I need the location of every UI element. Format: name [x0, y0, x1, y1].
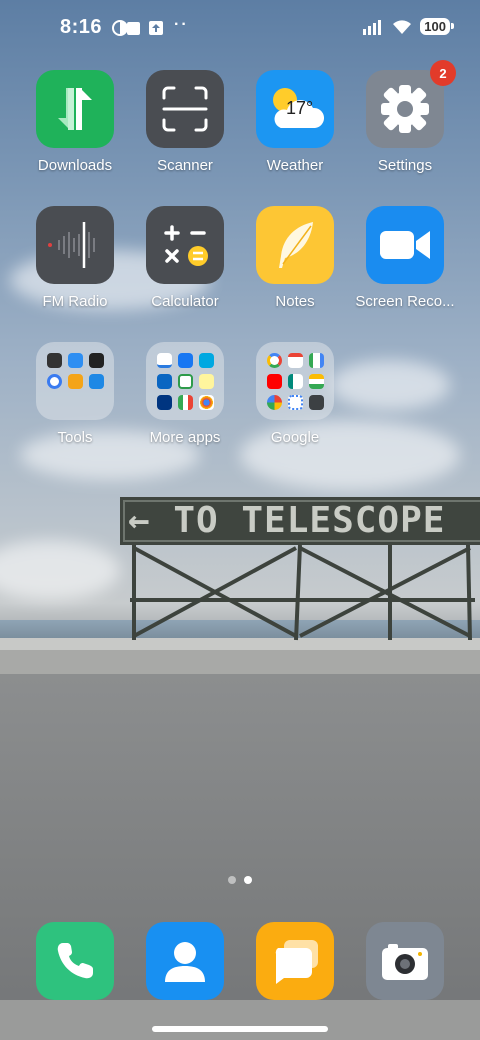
upload-icon	[149, 21, 163, 35]
app-label: Weather	[266, 157, 324, 174]
folder-google[interactable]: Google	[240, 342, 350, 446]
signal-icon	[363, 19, 382, 35]
page-dot-active[interactable]	[244, 876, 252, 884]
app-settings[interactable]: 2 Settings	[350, 60, 460, 174]
gear-icon: 2	[366, 60, 456, 148]
booking-icon	[156, 394, 172, 410]
page-indicator[interactable]	[228, 876, 252, 884]
notification-badge: 2	[430, 60, 456, 86]
notification-square-icon	[127, 22, 140, 35]
mini-app-icon	[67, 373, 83, 389]
app-label: Screen Reco...	[355, 293, 455, 310]
radio-icon	[36, 206, 114, 284]
linkedin-icon	[156, 373, 172, 389]
dock-contacts[interactable]	[130, 922, 240, 1000]
more-notifications-icon: ··	[174, 16, 189, 33]
dock-camera[interactable]	[350, 922, 460, 1000]
app-icon	[198, 373, 214, 389]
dock-messages[interactable]	[240, 922, 350, 1000]
youtube-icon	[266, 373, 282, 389]
sign-text: ← TO TELESCOPE	[128, 500, 446, 541]
app-label: Notes	[275, 293, 315, 310]
mini-app-icon	[88, 373, 104, 389]
app-icon	[177, 373, 193, 389]
drive-icon	[308, 373, 324, 389]
folder-icon	[256, 342, 334, 420]
app-label: Settings	[377, 157, 433, 174]
weather-temperature: 17°	[286, 98, 314, 118]
prime-video-icon	[198, 352, 214, 368]
folder-tools[interactable]: Tools	[20, 342, 130, 446]
folder-icon	[146, 342, 224, 420]
contact-icon	[146, 922, 224, 1000]
page-dot[interactable]	[228, 876, 236, 884]
dock-phone[interactable]	[20, 922, 130, 1000]
folder-label: Google	[270, 429, 320, 446]
status-bar: 8:16 ·· 100	[0, 12, 480, 44]
battery-indicator: 100	[420, 18, 454, 35]
video-camera-icon	[366, 206, 444, 284]
folder-more-apps[interactable]: More apps	[130, 342, 240, 446]
feather-icon	[256, 206, 334, 284]
folder-icon	[36, 342, 114, 420]
meet-icon	[287, 373, 303, 389]
app-weather[interactable]: 17° Weather	[240, 70, 350, 174]
app-label: Calculator	[151, 293, 219, 310]
app-calculator[interactable]: Calculator	[130, 206, 240, 310]
facebook-icon	[177, 352, 193, 368]
mini-app-icon	[46, 352, 62, 368]
photos-icon	[266, 394, 282, 410]
app-fm-radio[interactable]: FM Radio	[20, 206, 130, 310]
google-icon	[266, 352, 282, 368]
wifi-icon	[393, 19, 412, 34]
folder-label: Tools	[57, 429, 93, 446]
message-icon	[256, 922, 334, 1000]
app-downloads[interactable]: Downloads	[20, 70, 130, 174]
scanner-icon	[146, 70, 224, 148]
mini-compass-icon	[88, 352, 104, 368]
mini-app-icon	[46, 373, 62, 389]
downloads-icon	[36, 70, 114, 148]
home-gesture-bar[interactable]	[152, 1026, 328, 1032]
calculator-icon	[146, 206, 224, 284]
phone-icon	[36, 922, 114, 1000]
camera-icon	[366, 922, 444, 1000]
app-icon	[308, 394, 324, 410]
podcasts-icon	[287, 394, 303, 410]
amazon-icon	[156, 352, 172, 368]
gmail-icon	[287, 352, 303, 368]
app-label: FM Radio	[42, 293, 108, 310]
mini-app-icon	[67, 352, 83, 368]
app-notes[interactable]: Notes	[240, 206, 350, 310]
app-label: Scanner	[157, 157, 213, 174]
maps-icon	[308, 352, 324, 368]
app-label: Downloads	[37, 157, 113, 174]
clock: 8:16	[60, 16, 103, 38]
app-screen-recorder[interactable]: Screen Reco...	[350, 206, 460, 310]
assistant-icon	[198, 394, 214, 410]
weather-icon: 17°	[256, 70, 334, 148]
folder-label: More apps	[149, 429, 221, 446]
app-scanner[interactable]: Scanner	[130, 70, 240, 174]
play-store-icon	[177, 394, 193, 410]
